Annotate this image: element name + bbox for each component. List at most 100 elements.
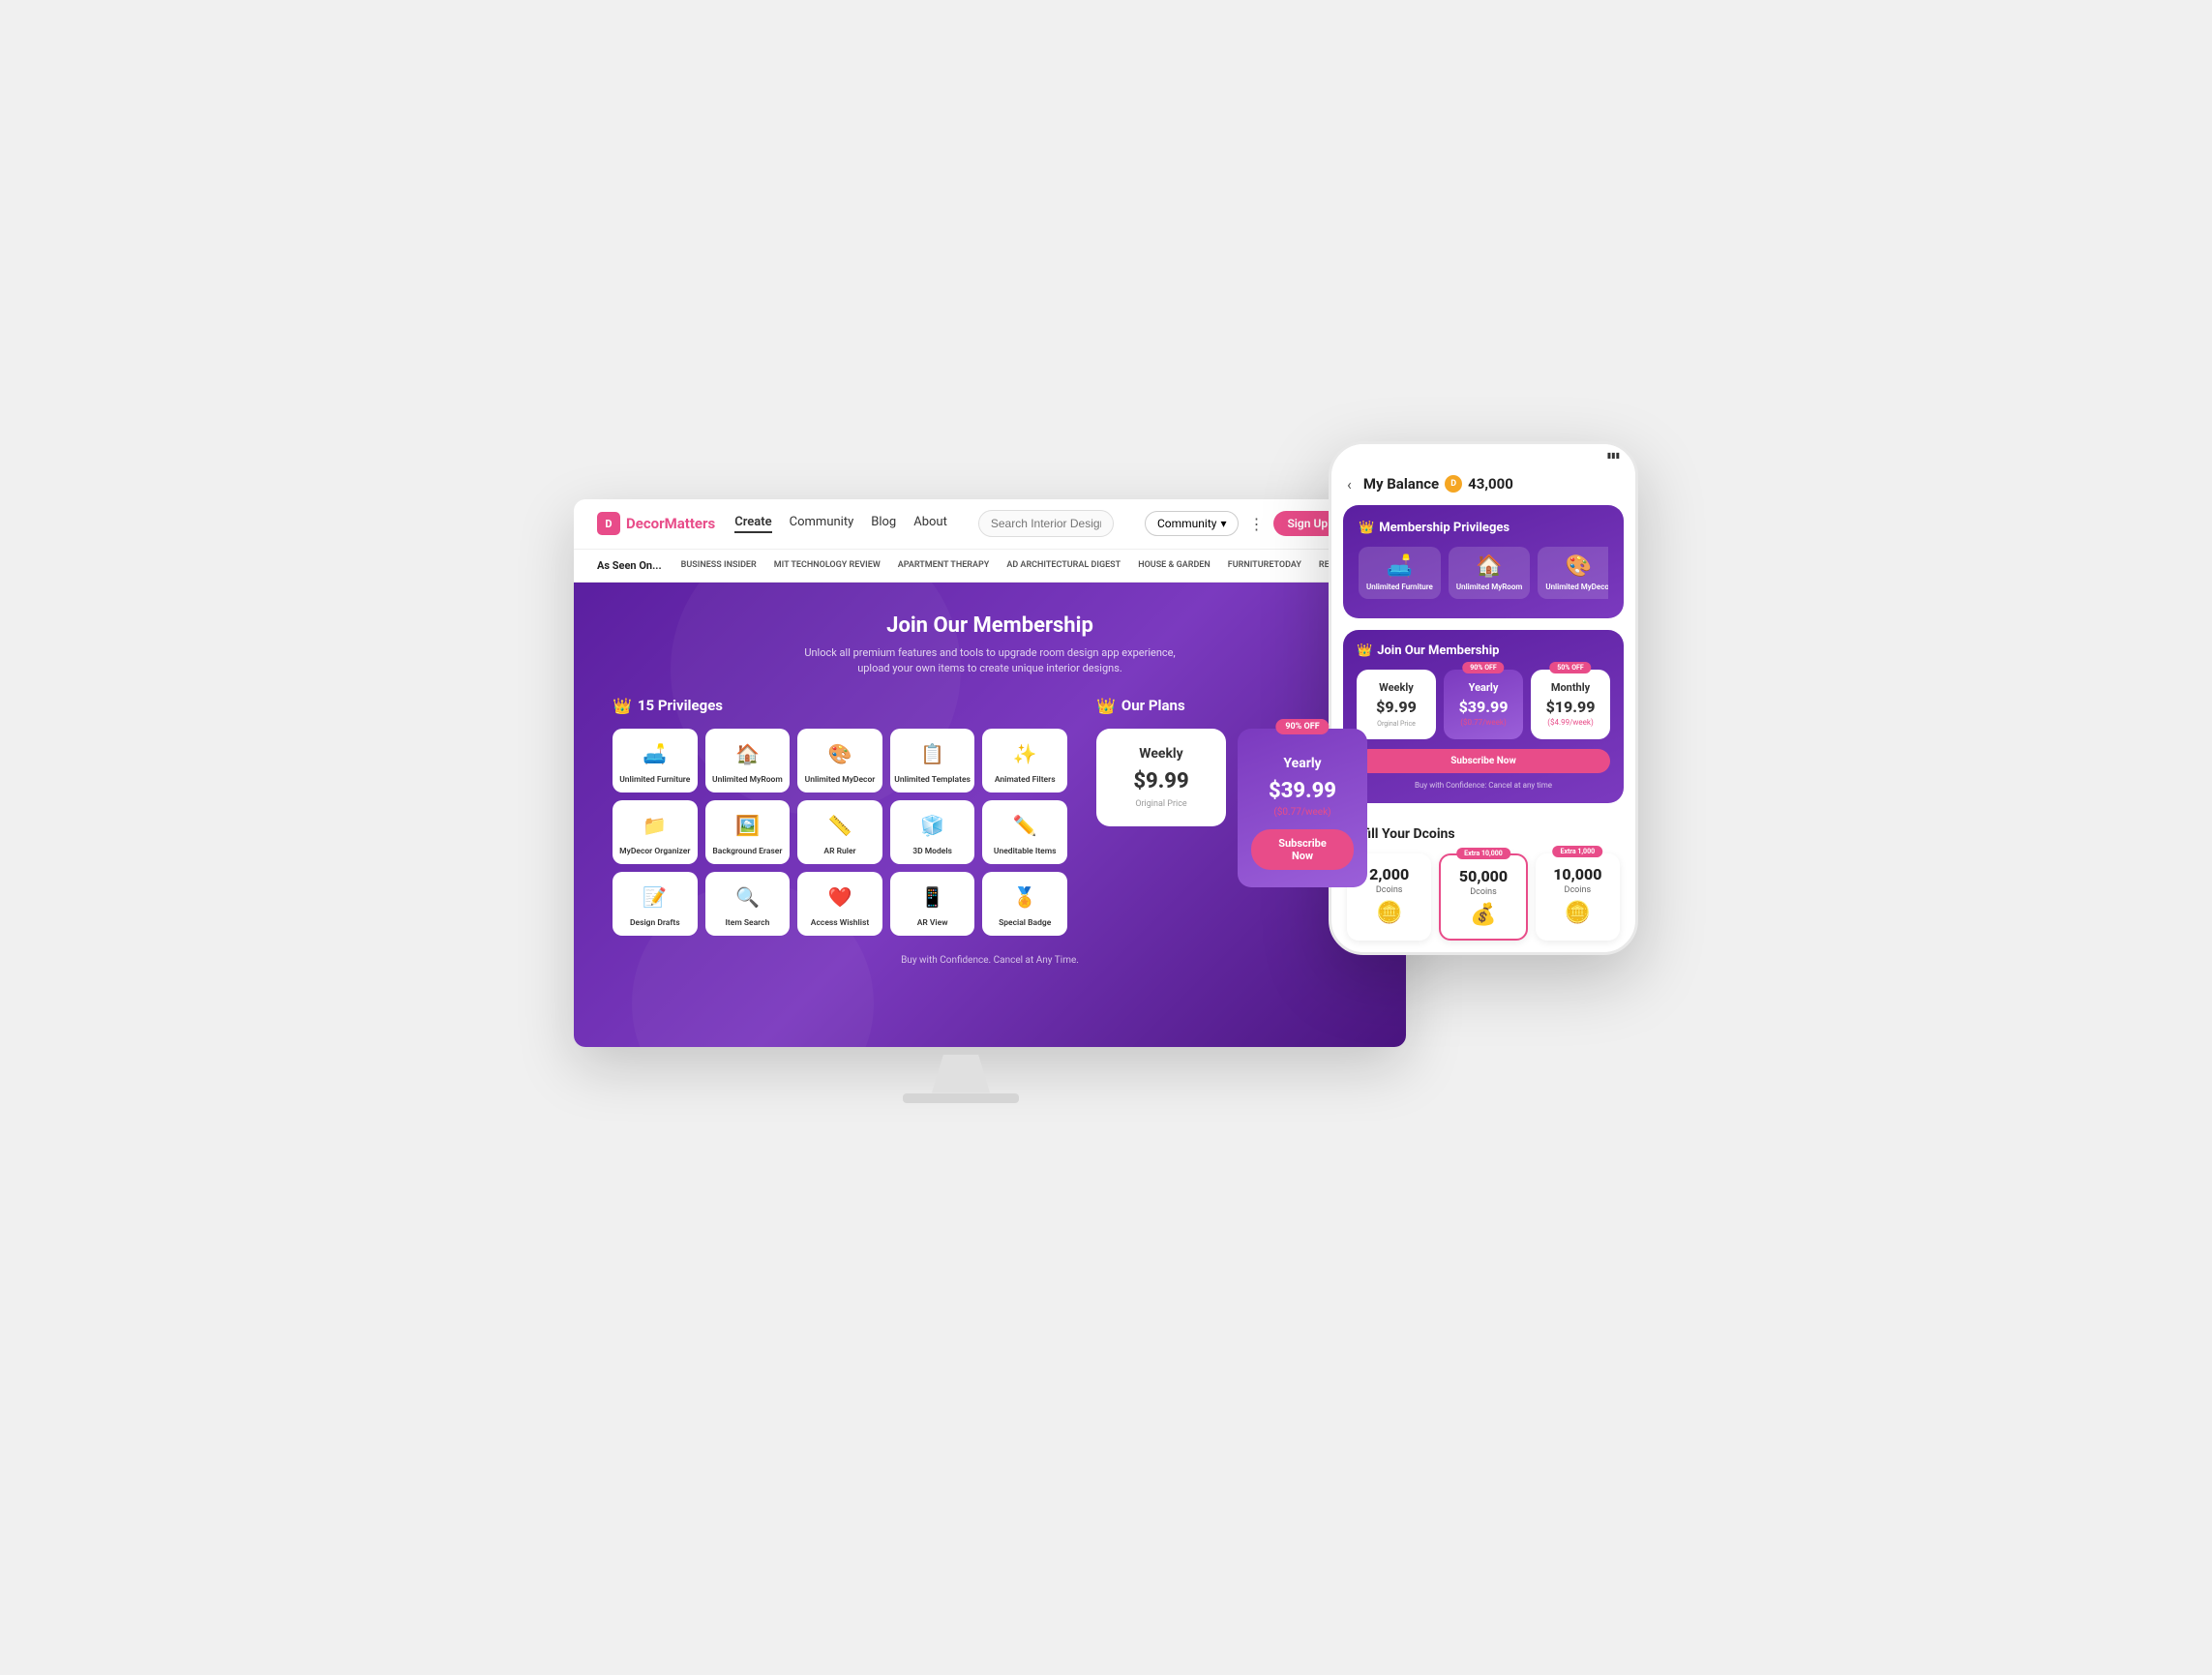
logo[interactable]: D DecorMatters xyxy=(597,512,715,535)
refill-amount-1: 50,000 xyxy=(1449,867,1517,885)
privilege-icon-8: 🧊 xyxy=(915,808,950,843)
privilege-item: 🖼️ Background Eraser xyxy=(705,800,791,864)
phone-weekly-plan: Weekly $9.99 Orginal Price xyxy=(1357,670,1436,739)
brand-ad: AD ARCHITECTURAL DIGEST xyxy=(1006,560,1121,570)
logo-text: DecorMatters xyxy=(626,515,715,532)
refill-icon-1: 💰 xyxy=(1449,903,1517,927)
nav-link-community[interactable]: Community xyxy=(790,515,854,533)
privileges-title-text: 15 Privileges xyxy=(638,697,723,714)
yearly-plan-week: ($0.77/week) xyxy=(1251,807,1354,818)
yearly-plan-card: 90% OFF Yearly $39.99 ($0.77/week) Subsc… xyxy=(1238,729,1367,887)
search-container xyxy=(978,510,1114,537)
privilege-label-12: Access Wishlist xyxy=(811,918,869,928)
privilege-label-5: MyDecor Organizer xyxy=(619,847,690,856)
privilege-item: ✨ Animated Filters xyxy=(982,729,1067,793)
privilege-icon-3: 📋 xyxy=(915,736,950,771)
brand-business-insider: BUSINESS INSIDER xyxy=(681,560,757,570)
refill-card-50000: Extra 10,000 50,000 Dcoins 💰 xyxy=(1439,853,1527,941)
phone-priv-item-2: 🎨 Unlimited MyDecor xyxy=(1538,547,1608,600)
refill-amount-2: 10,000 xyxy=(1543,865,1612,883)
phone-join-title-text: Join Our Membership xyxy=(1377,643,1499,658)
phone-subscribe-button[interactable]: Subscribe Now xyxy=(1357,749,1610,773)
phone-weekly-sub: Orginal Price xyxy=(1364,720,1428,728)
phone-priv-label-1: Unlimited MyRoom xyxy=(1456,583,1522,592)
phone-join-section: 👑 Join Our Membership Weekly $9.99 Orgin… xyxy=(1343,630,1624,803)
plans-cards: Weekly $9.99 Original Price 90% OFF Year… xyxy=(1096,729,1367,887)
privilege-label-9: Uneditable Items xyxy=(994,847,1057,856)
refill-title: Refill Your Dcoins xyxy=(1347,826,1620,842)
community-dropdown-btn[interactable]: Community ▾ xyxy=(1145,511,1240,536)
scene: D DecorMatters Create Community Blog Abo… xyxy=(574,441,1638,1235)
privilege-label-10: Design Drafts xyxy=(630,918,680,928)
brand-apt-therapy: apartment therapy xyxy=(898,560,990,570)
logo-icon: D xyxy=(597,512,620,535)
membership-section: Join Our Membership Unlock all premium f… xyxy=(574,583,1406,1047)
dcoin-icon: D xyxy=(1445,475,1462,493)
privilege-item: 🏠 Unlimited MyRoom xyxy=(705,729,791,793)
privilege-label-3: Unlimited Templates xyxy=(894,775,971,785)
privilege-icon-6: 🖼️ xyxy=(730,808,764,843)
privilege-icon-5: 📁 xyxy=(638,808,673,843)
privilege-item: 🔍 Item Search xyxy=(705,872,791,936)
phone-yearly-price: $39.99 xyxy=(1451,698,1515,716)
nav-link-blog[interactable]: Blog xyxy=(871,515,896,533)
more-icon[interactable]: ⋮ xyxy=(1248,515,1264,533)
refill-badge-1: Extra 10,000 xyxy=(1456,848,1510,859)
privilege-item: 🛋️ Unlimited Furniture xyxy=(613,729,698,793)
brand-logos: BUSINESS INSIDER MIT Technology Review a… xyxy=(681,560,1383,570)
two-column-layout: 👑 15 Privileges 🛋️ Unlimited Furniture 🏠… xyxy=(613,697,1367,937)
privilege-icon-13: 📱 xyxy=(915,880,950,914)
privilege-grid: 🛋️ Unlimited Furniture 🏠 Unlimited MyRoo… xyxy=(613,729,1067,937)
search-input[interactable] xyxy=(978,510,1114,537)
battery-icon: ▮▮▮ xyxy=(1607,451,1620,460)
privilege-item: 🏅 Special Badge xyxy=(982,872,1067,936)
privilege-label-13: AR View xyxy=(917,918,948,928)
back-button[interactable]: ‹ xyxy=(1347,475,1352,494)
brand-furniture-today: FurnitureToday xyxy=(1228,560,1301,570)
phone-weekly-name: Weekly xyxy=(1364,681,1428,694)
phone-yearly-name: Yearly xyxy=(1451,681,1515,694)
plans-column: 👑 Our Plans Weekly $9.99 Original Price … xyxy=(1096,697,1367,937)
privilege-item: 🧊 3D Models xyxy=(890,800,975,864)
privilege-label-4: Animated Filters xyxy=(995,775,1056,785)
privilege-label-7: AR Ruler xyxy=(823,847,855,856)
join-description: Unlock all premium features and tools to… xyxy=(796,645,1183,677)
phone-monthly-plan: 50% OFF Monthly $19.99 ($4.99/week) xyxy=(1531,670,1610,739)
nav-link-create[interactable]: Create xyxy=(734,515,771,533)
privilege-icon-10: 📝 xyxy=(638,880,673,914)
phone-weekly-price: $9.99 xyxy=(1364,698,1428,716)
yearly-plan-price: $39.99 xyxy=(1251,779,1354,803)
privilege-item: 📏 AR Ruler xyxy=(797,800,882,864)
chevron-down-icon: ▾ xyxy=(1220,517,1226,530)
phone-priv-item-1: 🏠 Unlimited MyRoom xyxy=(1449,547,1530,600)
subscribe-button[interactable]: Subscribe Now xyxy=(1251,829,1354,870)
plans-title-text: Our Plans xyxy=(1121,697,1185,714)
privilege-icon-9: ✏️ xyxy=(1007,808,1042,843)
phone-priv-icon-2: 🎨 xyxy=(1545,554,1608,579)
yearly-plan-name: Yearly xyxy=(1251,756,1354,771)
phone-join-title: 👑 Join Our Membership xyxy=(1357,643,1610,658)
privilege-label-2: Unlimited MyDecor xyxy=(805,775,876,785)
privilege-label-14: Special Badge xyxy=(999,918,1051,928)
as-seen-label: As Seen On... xyxy=(597,559,662,572)
refill-label-1: Dcoins xyxy=(1449,887,1517,897)
brand-house-garden: HOUSE & GARDEN xyxy=(1138,560,1211,570)
phone-join-crown-icon: 👑 xyxy=(1357,643,1372,658)
phone-priv-label-2: Unlimited MyDecor xyxy=(1545,583,1608,592)
phone-scroll-area[interactable]: 👑 Membership Privileges 🛋️ Unlimited Fur… xyxy=(1331,505,1635,953)
phone-yearly-badge: 90% OFF xyxy=(1462,662,1504,673)
monitor-stand xyxy=(903,1055,1019,1103)
phone-header: ‹ My Balance D 43,000 xyxy=(1331,467,1635,505)
privilege-label-1: Unlimited MyRoom xyxy=(712,775,783,785)
nav-link-about[interactable]: About xyxy=(913,515,947,533)
phone-mockup: ▮▮▮ ‹ My Balance D 43,000 👑 Membership P… xyxy=(1329,441,1638,956)
phone-status-bar: ▮▮▮ xyxy=(1331,444,1635,467)
balance-title-text: My Balance xyxy=(1363,475,1439,493)
as-seen-bar: As Seen On... BUSINESS INSIDER MIT Techn… xyxy=(574,550,1406,583)
phone-crown-icon: 👑 xyxy=(1359,521,1374,535)
phone-membership-title: 👑 Membership Privileges xyxy=(1359,521,1608,535)
privilege-item: 📁 MyDecor Organizer xyxy=(613,800,698,864)
privilege-item: ❤️ Access Wishlist xyxy=(797,872,882,936)
phone-monthly-week: ($4.99/week) xyxy=(1539,718,1602,727)
phone-priv-icon-1: 🏠 xyxy=(1456,554,1522,579)
